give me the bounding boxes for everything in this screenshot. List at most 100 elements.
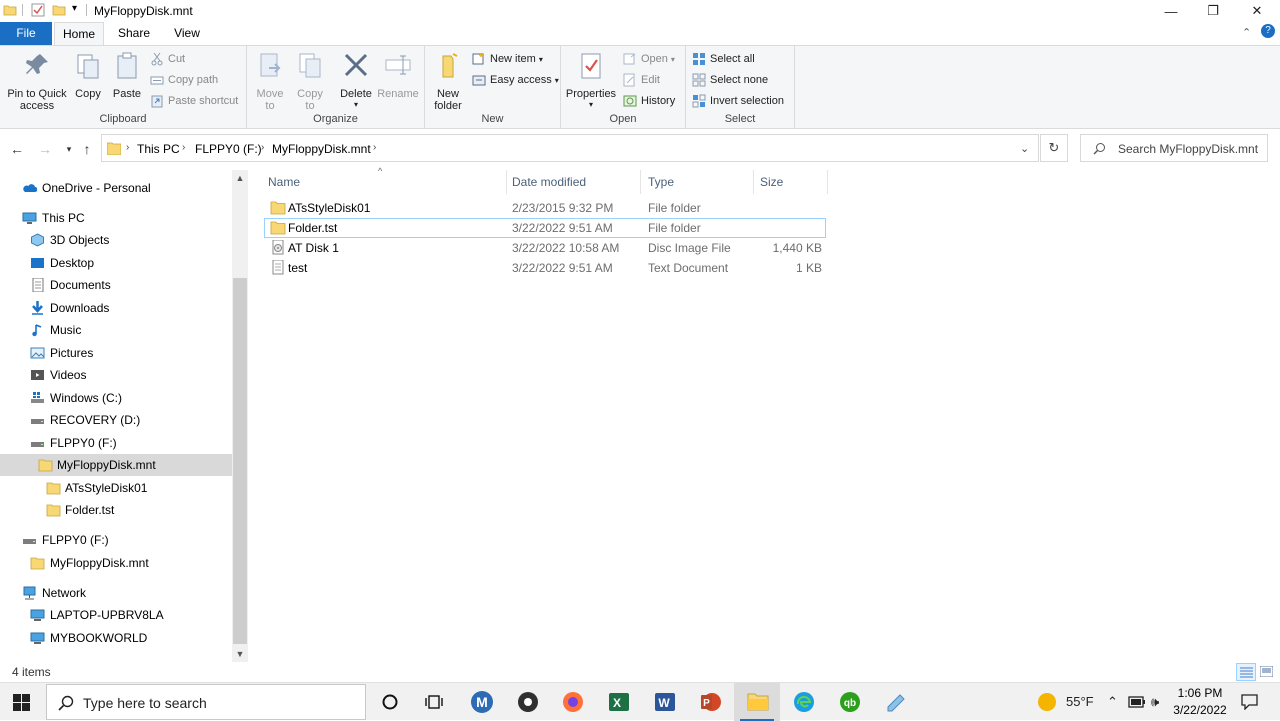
maximize-button[interactable]: ❐ [1190,0,1236,22]
nav-item-folder-tst[interactable]: Folder.tst [0,499,232,521]
weather-sun-icon[interactable] [1038,693,1056,711]
easy-access-button[interactable]: Easy access ▾ [472,71,559,89]
nav-item-music[interactable]: Music [0,319,232,341]
nav-item-mybookworld[interactable]: MYBOOKWORLD [0,627,232,649]
nav-item-videos[interactable]: Videos [0,364,232,386]
tab-share[interactable]: Share [110,22,158,45]
copy-path-button[interactable]: Copy path [150,71,218,89]
nav-item-myfloppydisk-selected[interactable]: MyFloppyDisk.mnt [0,454,232,476]
recent-locations-dropdown[interactable]: ▾ [60,140,78,158]
column-header-date[interactable]: Date modified [512,170,641,194]
history-button[interactable]: History [623,92,675,110]
nav-item-pictures[interactable]: Pictures [0,342,232,364]
taskbar-app-file-explorer-active[interactable] [734,683,780,721]
notifications-icon[interactable] [1241,694,1258,710]
delete-button[interactable]: Delete ▾ [337,50,375,109]
select-all-button[interactable]: Select all [692,50,755,68]
move-to-button[interactable]: Move to [251,50,289,112]
battery-icon[interactable] [1128,696,1146,708]
minimize-button[interactable]: — [1148,0,1194,22]
help-icon[interactable]: ? [1261,24,1275,38]
nav-item-windows-c[interactable]: Windows (C:) [0,387,232,409]
taskbar-app-powerpoint[interactable]: P [698,689,724,715]
scroll-down-icon[interactable]: ▼ [232,646,248,662]
back-button[interactable]: ← [8,140,26,158]
collapse-ribbon-icon[interactable]: ⌃ [1242,26,1251,39]
breadcrumb-separator[interactable]: › [373,142,376,153]
customize-quick-access-icon[interactable]: ▾ [72,3,77,14]
nav-item-network[interactable]: Network [0,582,232,604]
start-button[interactable] [8,689,34,715]
volume-icon[interactable]: 🕪 [1151,694,1159,710]
tab-file[interactable]: File [0,22,52,45]
file-row[interactable]: ATsStyleDisk01 2/23/2015 9:32 PM File fo… [264,198,826,218]
open-button[interactable]: Open ▾ [623,50,675,68]
cortana-button[interactable] [377,689,403,715]
column-header-name[interactable]: Name [268,170,507,194]
details-view-button[interactable] [1236,663,1256,681]
clock-date[interactable]: 3/22/2022 [1172,703,1228,717]
edit-button[interactable]: Edit [623,71,660,89]
up-button[interactable]: ↑ [78,140,96,158]
taskbar-app-edge[interactable] [791,689,817,715]
new-item-button[interactable]: New item ▾ [472,50,543,68]
scrollbar-thumb[interactable] [233,278,247,644]
properties-icon[interactable] [31,3,45,17]
nav-item-recovery-d[interactable]: RECOVERY (D:) [0,409,232,431]
new-folder-button[interactable]: New folder [429,50,467,112]
taskbar-app-notes[interactable] [883,689,909,715]
nav-item-flppy0-f-quick[interactable]: FLPPY0 (F:) [0,529,232,551]
copy-button[interactable]: Copy [72,50,104,100]
breadcrumb-separator[interactable]: › [126,142,129,153]
taskbar-app-word[interactable]: W [652,689,678,715]
file-row-focused[interactable]: Folder.tst 3/22/2022 9:51 AM File folder [264,218,826,238]
search-box[interactable]: Search MyFloppyDisk.mnt [1080,134,1268,162]
paste-button[interactable]: Paste [110,50,144,100]
scroll-up-icon[interactable]: ▲ [232,170,248,186]
search-placeholder[interactable]: Search MyFloppyDisk.mnt [1118,142,1258,156]
select-none-button[interactable]: Select none [692,71,768,89]
nav-pane-scrollbar[interactable]: ▲ ▼ [232,170,248,662]
nav-item-downloads[interactable]: Downloads [0,297,232,319]
large-icons-view-button[interactable] [1258,663,1276,681]
invert-selection-button[interactable]: Invert selection [692,92,784,110]
nav-item-3d-objects[interactable]: 3D Objects [0,229,232,251]
nav-item-atsstyledisk01[interactable]: ATsStyleDisk01 [0,477,232,499]
taskbar-app-quickbooks[interactable]: qb [837,689,863,715]
nav-item-myfloppydisk-quick[interactable]: MyFloppyDisk.mnt [0,552,232,574]
close-button[interactable]: ✕ [1234,0,1280,22]
taskbar-search-box[interactable]: Type here to search [46,684,366,720]
address-bar[interactable]: › This PC › FLPPY0 (F:) › MyFloppyDisk.m… [101,134,1039,162]
refresh-button[interactable]: ↻ [1040,134,1068,162]
file-row[interactable]: test 3/22/2022 9:51 AM Text Document 1 K… [264,258,826,278]
tab-view[interactable]: View [164,22,210,45]
nav-item-laptop[interactable]: LAPTOP-UPBRV8LA [0,604,232,626]
taskbar-app-m[interactable]: M [469,689,495,715]
file-row[interactable]: AT Disk 1 3/22/2022 10:58 AM Disc Image … [264,238,826,258]
nav-item-flppy0-f[interactable]: FLPPY0 (F:) [0,432,232,454]
copy-to-button[interactable]: Copy to [291,50,329,112]
breadcrumb-flppy0[interactable]: FLPPY0 (F:) [195,142,262,156]
rename-button[interactable]: Rename [377,50,419,100]
task-view-button[interactable] [421,689,447,715]
properties-dropdown-icon[interactable]: ▾ [565,100,617,109]
taskbar-app-excel[interactable]: X [606,689,632,715]
nav-item-this-pc[interactable]: This PC [0,207,232,229]
delete-dropdown-icon[interactable]: ▾ [337,100,375,109]
taskbar-app-obs[interactable] [515,689,541,715]
nav-item-desktop[interactable]: Desktop [0,252,232,274]
nav-item-onedrive[interactable]: OneDrive - Personal [0,177,232,199]
nav-item-documents[interactable]: Documents [0,274,232,296]
taskbar-search-placeholder[interactable]: Type here to search [83,695,207,711]
tab-home[interactable]: Home [54,22,104,46]
weather-temperature[interactable]: 55°F [1066,694,1094,709]
taskbar-app-firefox[interactable] [560,689,586,715]
pin-to-quick-access-button[interactable]: Pin to Quick access [4,50,70,112]
paste-shortcut-button[interactable]: Paste shortcut [150,92,238,110]
breadcrumb-separator[interactable]: › [182,142,185,153]
address-dropdown-icon[interactable]: ⌄ [1020,142,1029,155]
properties-button[interactable]: Properties ▾ [565,50,617,109]
clock-time[interactable]: 1:06 PM [1176,686,1224,700]
breadcrumb-this-pc[interactable]: This PC [137,142,180,156]
cut-button[interactable]: Cut [150,50,185,68]
